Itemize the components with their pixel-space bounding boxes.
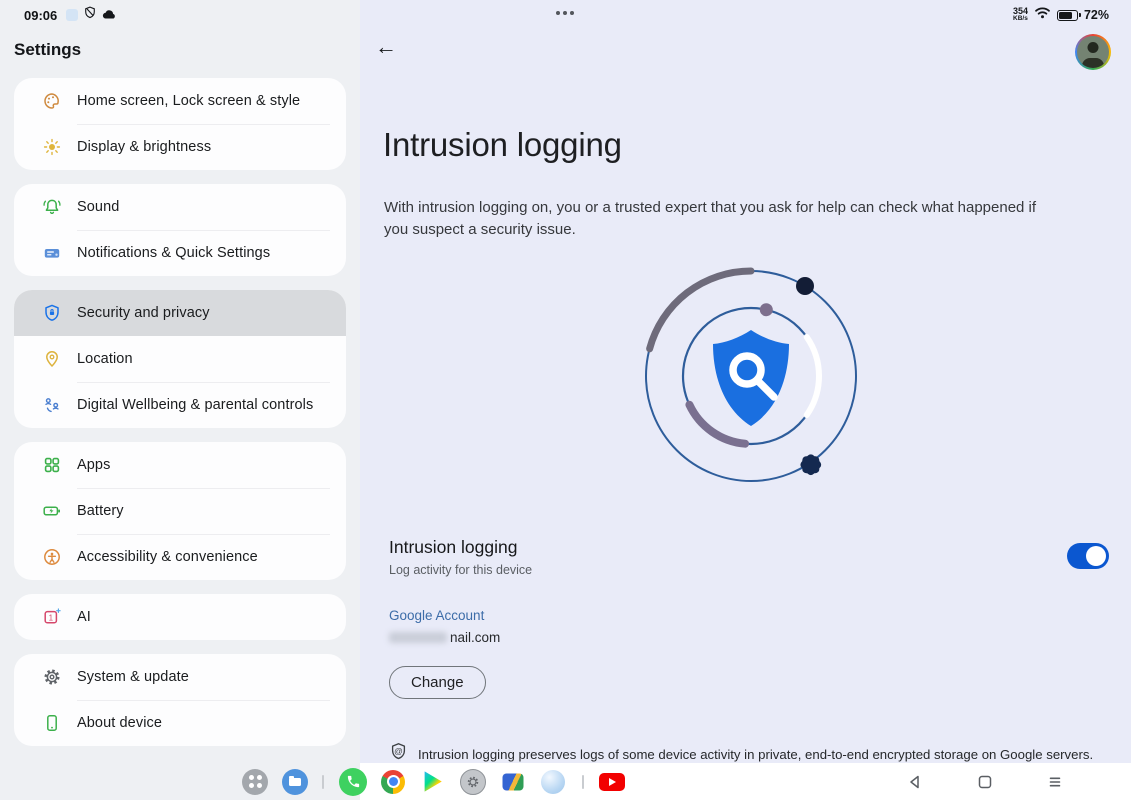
wifi-icon (1034, 6, 1051, 24)
assistant-app-icon[interactable] (541, 770, 565, 794)
sidebar-groups: Home screen, Lock screen & style Display… (0, 78, 360, 760)
email-visible-text: nail.com (450, 630, 500, 645)
taskbar-divider (582, 775, 584, 789)
sidebar-item-battery[interactable]: Battery (14, 488, 346, 534)
brightness-icon (42, 137, 62, 157)
play-store-icon[interactable] (424, 771, 443, 792)
more-dots-icon[interactable] (556, 11, 560, 15)
account-email: nail.com (389, 630, 500, 645)
sidebar-item-security-privacy[interactable]: Security and privacy (14, 290, 346, 336)
status-icons-left (66, 6, 117, 24)
toggle-row-label: Intrusion logging (389, 537, 517, 558)
sidebar-item-notifications[interactable]: Notifications & Quick Settings (14, 230, 346, 276)
battery-status-icon (1057, 10, 1078, 21)
sidebar-item-display-brightness[interactable]: Display & brightness (14, 124, 346, 170)
sidebar-item-label: Security and privacy (77, 305, 210, 321)
svg-text:1: 1 (49, 613, 54, 622)
settings-sidebar: 09:06 Settings Home screen, Lock screen … (0, 0, 360, 800)
battery-icon (42, 501, 62, 521)
sidebar-item-label: Digital Wellbeing & parental controls (77, 397, 313, 413)
sidebar-item-label: Display & brightness (77, 139, 211, 155)
files-app-icon[interactable] (282, 769, 308, 795)
sidebar-item-location[interactable]: Location (14, 336, 346, 382)
sidebar-group: Sound Notifications & Quick Settings (14, 184, 346, 276)
footer-note-text: Intrusion logging preserves logs of some… (418, 747, 1093, 762)
toggle-row-sublabel: Log activity for this device (389, 563, 532, 577)
sidebar-group: Apps Battery Accessibility & convenience (14, 442, 346, 580)
status-bar-right: 354 KB/s 72% (1013, 6, 1109, 24)
sidebar-item-label: Apps (77, 457, 110, 473)
network-speed-indicator: 354 KB/s (1013, 7, 1028, 23)
network-speed-unit: KB/s (1013, 16, 1028, 23)
app-drawer-icon[interactable] (242, 769, 268, 795)
sidebar-item-digital-wellbeing[interactable]: Digital Wellbeing & parental controls (14, 382, 346, 428)
sidebar-item-label: Notifications & Quick Settings (77, 245, 270, 261)
youtube-app-icon[interactable] (599, 773, 625, 791)
nav-back-icon[interactable] (907, 773, 924, 790)
wellbeing-icon (42, 395, 62, 415)
phone-icon (42, 713, 62, 733)
screen: 09:06 Settings Home screen, Lock screen … (0, 0, 1131, 800)
sidebar-group: 1 AI (14, 594, 346, 640)
faded-app-status-icon (66, 9, 78, 21)
avatar[interactable] (1075, 34, 1111, 70)
sidebar-item-label: Sound (77, 199, 119, 215)
page-title: Intrusion logging (383, 126, 622, 164)
nav-recents-icon[interactable] (1047, 773, 1064, 790)
settings-app-icon[interactable] (460, 769, 486, 795)
clock: 09:06 (24, 8, 57, 23)
cloud-icon (102, 6, 117, 24)
sidebar-item-sound[interactable]: Sound (14, 184, 346, 230)
back-arrow-icon[interactable]: ← (375, 36, 397, 58)
shield-slash-icon (84, 6, 96, 24)
google-account-label: Google Account (389, 608, 484, 623)
sidebar-item-about-device[interactable]: About device (14, 700, 346, 746)
sidebar-group: Security and privacy Location Digital We… (14, 290, 346, 428)
taskbar-divider (322, 775, 324, 789)
quick-settings-icon (42, 243, 62, 263)
sidebar-item-label: Accessibility & convenience (77, 549, 258, 565)
gear-icon (42, 667, 62, 687)
sidebar-group: Home screen, Lock screen & style Display… (14, 78, 346, 170)
shield-lock-icon (42, 303, 62, 323)
taskbar (0, 763, 1131, 800)
sidebar-item-label: About device (77, 715, 162, 731)
sidebar-item-label: Home screen, Lock screen & style (77, 93, 300, 109)
status-bar-left: 09:06 (24, 6, 117, 24)
chrome-app-icon[interactable] (381, 770, 405, 794)
sidebar-item-apps[interactable]: Apps (14, 442, 346, 488)
intrusion-logging-toggle[interactable] (1067, 543, 1109, 569)
sidebar-item-system-update[interactable]: System & update (14, 654, 346, 700)
page-description: With intrusion logging on, you or a trus… (384, 197, 1062, 240)
sidebar-item-accessibility[interactable]: Accessibility & convenience (14, 534, 346, 580)
apps-grid-icon (42, 455, 62, 475)
location-pin-icon (42, 349, 62, 369)
ai-icon: 1 (42, 607, 62, 627)
sidebar-item-ai[interactable]: 1 AI (14, 594, 346, 640)
sidebar-item-label: AI (77, 609, 91, 625)
shield-search-orbit-illustration (641, 266, 861, 486)
change-account-button[interactable]: Change (389, 666, 486, 699)
svg-text:@: @ (394, 746, 403, 756)
battery-percent: 72% (1084, 8, 1109, 22)
page-title-settings: Settings (14, 40, 81, 60)
sidebar-item-label: System & update (77, 669, 189, 685)
palette-icon (42, 91, 62, 111)
nav-home-icon[interactable] (977, 773, 994, 790)
email-redacted-blur (389, 632, 447, 643)
avatar-photo (1077, 36, 1109, 68)
sidebar-item-label: Location (77, 351, 133, 367)
sidebar-item-home-screen[interactable]: Home screen, Lock screen & style (14, 78, 346, 124)
bell-icon (42, 197, 62, 217)
gallery-app-icon[interactable] (503, 773, 524, 790)
sidebar-item-label: Battery (77, 503, 124, 519)
sidebar-group: System & update About device (14, 654, 346, 746)
phone-app-icon[interactable] (339, 768, 367, 796)
accessibility-icon (42, 547, 62, 567)
